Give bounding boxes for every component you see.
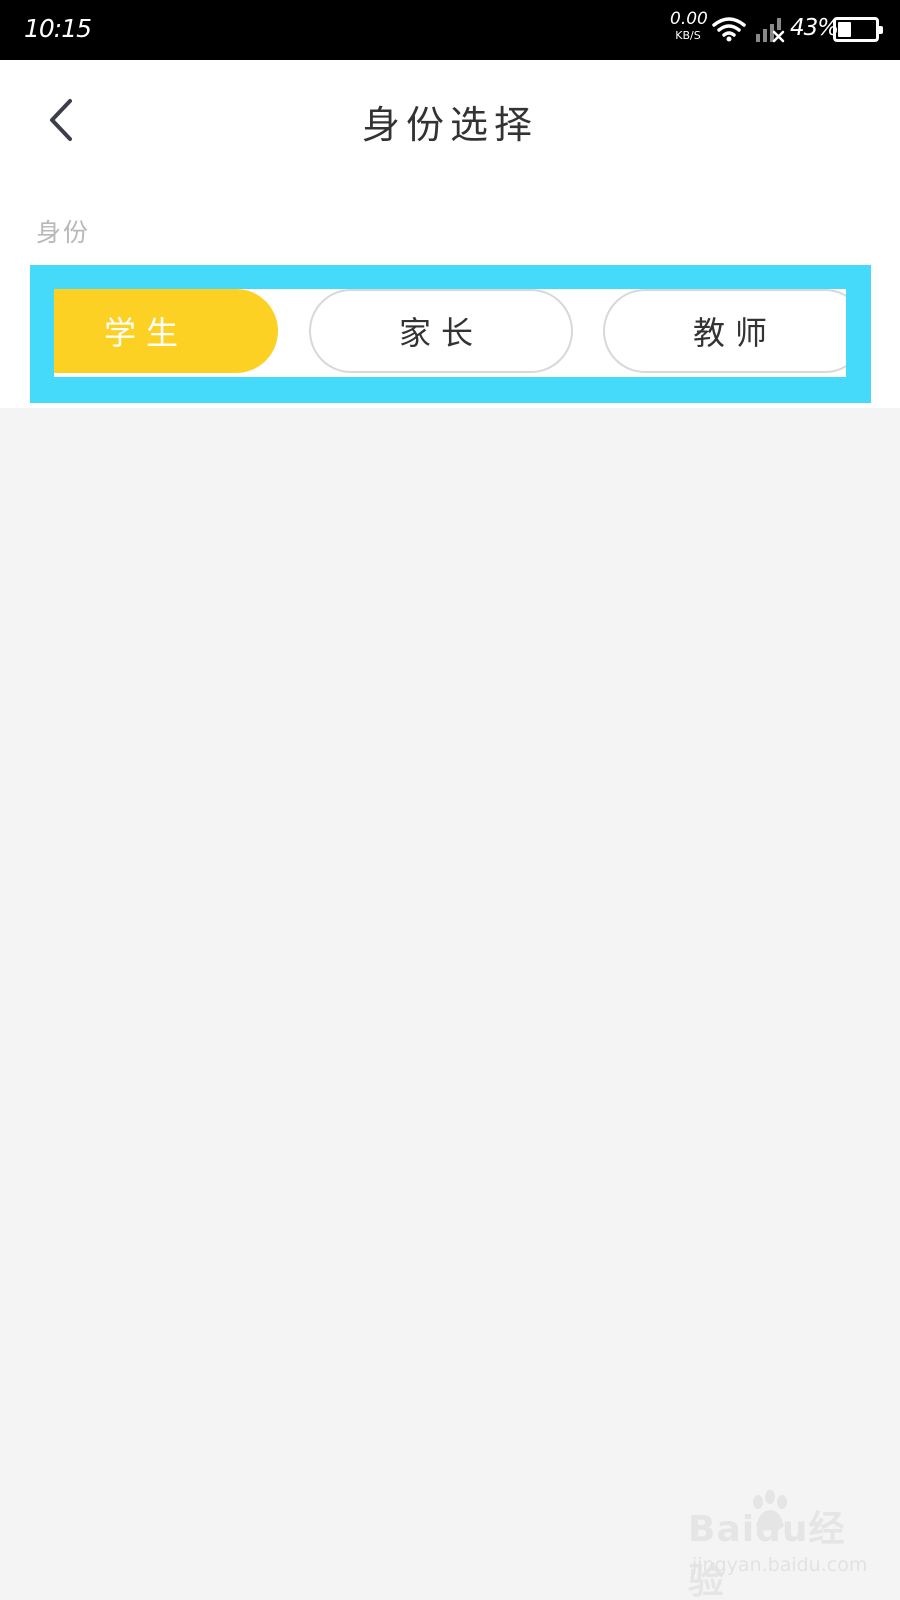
- signal-no-service-icon: [756, 18, 785, 43]
- network-speed: 0.00 KB/S: [670, 9, 708, 42]
- identity-section-label: 身份: [36, 218, 91, 247]
- battery-icon: [833, 17, 883, 42]
- wifi-icon: [712, 17, 746, 42]
- battery-level-fill: [838, 22, 852, 37]
- battery-cap: [879, 26, 883, 34]
- network-speed-unit: KB/S: [675, 29, 701, 42]
- highlight-frame: 学生 家长 教师: [30, 265, 871, 403]
- status-bar: 10:15 0.00 KB/S 43%: [0, 0, 900, 60]
- identity-option-parent[interactable]: 家长: [309, 289, 573, 373]
- identity-options-scroller[interactable]: 学生 家长 教师: [54, 289, 846, 377]
- network-speed-value: 0.00: [670, 9, 708, 29]
- identity-option-teacher[interactable]: 教师: [603, 289, 846, 373]
- battery-percent: 43%: [790, 15, 839, 41]
- page-title: 身份选择: [361, 103, 538, 147]
- status-time: 10:15: [24, 14, 92, 43]
- baidu-jingyan-watermark: Baidu经验 jingyan.baidu.com: [688, 1490, 878, 1600]
- watermark-url: jingyan.baidu.com: [692, 1554, 868, 1576]
- identity-option-student[interactable]: 学生: [54, 289, 278, 373]
- identity-selection-panel: 身份选择 身份 学生 家长 教师: [0, 60, 900, 408]
- watermark-logo: Baidu经验: [688, 1509, 846, 1600]
